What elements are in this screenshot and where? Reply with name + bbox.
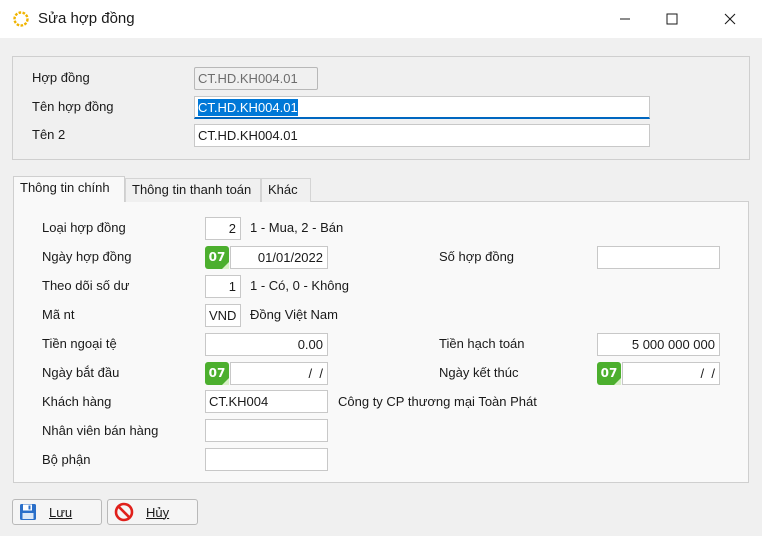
contract-date-input[interactable]: 01/01/2022	[230, 246, 328, 269]
end-date-input[interactable]: / /	[622, 362, 720, 385]
calendar-icon[interactable]: 07	[205, 362, 229, 385]
track-balance-input[interactable]: 1	[205, 275, 241, 298]
contract-code-field: CT.HD.KH004.01	[194, 67, 318, 90]
tab-main-info[interactable]: Thông tin chính	[13, 176, 125, 202]
foreign-amount-input[interactable]: 0.00	[205, 333, 328, 356]
tab-other[interactable]: Khác	[261, 178, 311, 202]
department-input[interactable]	[205, 448, 328, 471]
currency-input[interactable]: VND	[205, 304, 241, 327]
save-button[interactable]: Lưu	[12, 499, 102, 525]
window-title: Sửa hợp đồng	[38, 10, 135, 27]
track-balance-label: Theo dõi số dư	[42, 278, 130, 293]
contract-type-input[interactable]: 2	[205, 217, 241, 240]
floppy-disk-icon	[20, 504, 36, 520]
customer-label: Khách hàng	[42, 394, 112, 409]
save-button-label: Lưu	[49, 504, 73, 520]
customer-name: Công ty CP thương mại Toàn Phát	[338, 394, 537, 409]
title-bar: Sửa hợp đồng	[0, 0, 762, 38]
accounting-amount-input[interactable]: 5 000 000 000	[597, 333, 720, 356]
customer-input[interactable]: CT.KH004	[205, 390, 328, 413]
contract-name-label: Tên hợp đồng	[32, 99, 114, 114]
salesperson-input[interactable]	[205, 419, 328, 442]
contract-type-label: Loại hợp đồng	[42, 220, 126, 235]
start-date-label: Ngày bắt đầu	[42, 365, 120, 380]
contract-name-input[interactable]: CT.HD.KH004.01	[194, 96, 650, 119]
cancel-button-label: Hủy	[146, 504, 170, 520]
app-sun-icon	[13, 11, 29, 27]
foreign-amount-label: Tiền ngoại tệ	[42, 336, 117, 351]
close-button[interactable]	[707, 0, 753, 38]
currency-name: Đồng Việt Nam	[250, 307, 338, 322]
contract-number-input[interactable]	[597, 246, 720, 269]
contract-number-label: Số hợp đồng	[439, 249, 515, 264]
contract-date-label: Ngày hợp đồng	[42, 249, 132, 264]
minimize-icon	[620, 18, 630, 20]
maximize-icon	[666, 13, 678, 25]
cancel-icon	[114, 502, 134, 522]
end-date-label: Ngày kết thúc	[439, 365, 519, 380]
contract-type-hint: 1 - Mua, 2 - Bán	[250, 220, 344, 235]
calendar-icon[interactable]: 07	[205, 246, 229, 269]
salesperson-label: Nhân viên bán hàng	[42, 423, 159, 438]
maximize-button[interactable]	[649, 0, 695, 38]
cancel-button[interactable]: Hủy	[107, 499, 198, 525]
close-icon	[724, 13, 736, 25]
start-date-input[interactable]: / /	[230, 362, 328, 385]
calendar-icon[interactable]: 07	[597, 362, 621, 385]
track-balance-hint: 1 - Có, 0 - Không	[250, 278, 349, 293]
contract-label: Hợp đồng	[32, 70, 90, 85]
accounting-amount-label: Tiền hạch toán	[439, 336, 525, 351]
contract-name2-input[interactable]: CT.HD.KH004.01	[194, 124, 650, 147]
department-label: Bộ phận	[42, 452, 91, 467]
tab-payment-info[interactable]: Thông tin thanh toán	[125, 178, 261, 202]
contract-name2-label: Tên 2	[32, 127, 66, 142]
contract-name-selected-text: CT.HD.KH004.01	[198, 99, 298, 116]
minimize-button[interactable]	[602, 0, 648, 38]
currency-label: Mã nt	[42, 307, 75, 322]
